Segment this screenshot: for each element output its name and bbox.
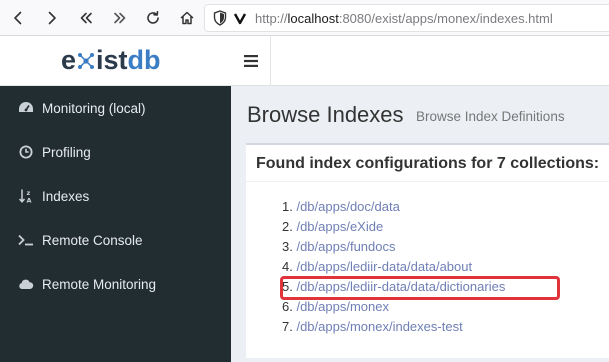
sidebar-item-label: Profiling	[42, 144, 91, 160]
logo-part-db: db	[127, 45, 161, 75]
collection-link[interactable]: /db/apps/lediir-data/data/dictionaries	[296, 279, 505, 294]
main-content: Browse Indexes Browse Index Definitions …	[231, 86, 609, 362]
existdb-logo[interactable]: e istdb	[61, 47, 161, 74]
list-number: 6.	[282, 299, 293, 314]
list-item: 4. /db/apps/lediir-data/data/about	[282, 257, 505, 277]
collection-link[interactable]: /db/apps/fundocs	[296, 239, 395, 254]
collection-list: 1. /db/apps/doc/data 2. /db/apps/eXide 3…	[282, 197, 505, 337]
app-header	[231, 36, 609, 86]
clock-icon	[18, 144, 34, 160]
first-page-icon[interactable]	[73, 5, 99, 31]
list-number: 5.	[282, 279, 293, 294]
list-item: 2. /db/apps/eXide	[282, 217, 505, 237]
sidebar-item-profiling[interactable]: Profiling	[0, 130, 231, 174]
collection-link[interactable]: /db/apps/doc/data	[296, 199, 399, 214]
page-subtitle: Browse Index Definitions	[416, 109, 565, 124]
terminal-icon	[18, 232, 34, 248]
dashboard-icon	[18, 100, 34, 116]
address-bar[interactable]: http://localhost:8080/exist/apps/monex/i…	[204, 4, 609, 32]
reload-icon[interactable]	[140, 5, 166, 31]
box-title: Found index configurations for 7 collect…	[256, 155, 600, 172]
url-path: :8080/exist/apps/monex/indexes.html	[338, 11, 553, 26]
last-page-icon[interactable]	[107, 5, 133, 31]
list-number: 4.	[282, 259, 293, 274]
url-host: localhost	[287, 11, 339, 26]
back-icon[interactable]	[5, 5, 31, 31]
home-icon[interactable]	[174, 5, 200, 31]
url-text[interactable]: http://localhost:8080/exist/apps/monex/i…	[255, 11, 553, 26]
sidebar-item-label: Indexes	[42, 188, 90, 204]
sidebar-item-remote-console[interactable]: Remote Console	[0, 218, 231, 262]
browser-toolbar: http://localhost:8080/exist/apps/monex/i…	[0, 0, 609, 36]
list-number: 3.	[282, 239, 293, 254]
list-number: 1.	[282, 199, 293, 214]
collection-link[interactable]: /db/apps/eXide	[296, 219, 383, 234]
sidebar-item-monitoring[interactable]: Monitoring (local)	[0, 86, 231, 130]
list-number: 2.	[282, 219, 293, 234]
sidebar-item-label: Remote Console	[42, 232, 143, 248]
logo-part-ist: ist	[96, 45, 128, 75]
logo-bar: e istdb	[0, 36, 231, 86]
list-item: 1. /db/apps/doc/data	[282, 197, 505, 217]
list-item: 7. /db/apps/monex/indexes-test	[282, 317, 505, 337]
list-item: 3. /db/apps/fundocs	[282, 237, 505, 257]
sidebar-item-label: Remote Monitoring	[42, 276, 157, 292]
svg-text:A: A	[27, 197, 32, 205]
sidebar-item-remote-monitoring[interactable]: Remote Monitoring	[0, 262, 231, 306]
index-config-box: Found index configurations for 7 collect…	[246, 143, 609, 358]
forward-icon[interactable]	[39, 5, 65, 31]
sort-alpha-icon: zA	[18, 188, 34, 204]
list-item: 6. /db/apps/monex	[282, 297, 505, 317]
tracking-icon[interactable]	[233, 10, 247, 31]
list-item: 5. /db/apps/lediir-data/data/dictionarie…	[282, 277, 505, 297]
collection-link[interactable]: /db/apps/lediir-data/data/about	[296, 259, 472, 274]
logo-hub-icon	[77, 48, 95, 69]
collection-link[interactable]: /db/apps/monex/indexes-test	[296, 319, 462, 334]
url-prefix: http://	[255, 11, 288, 26]
list-number: 7.	[282, 319, 293, 334]
box-divider	[246, 181, 609, 182]
cloud-icon	[18, 276, 34, 292]
sidebar: Monitoring (local) Profiling zA Indexes …	[0, 86, 231, 362]
shield-icon[interactable]	[213, 10, 227, 31]
logo-part-e: e	[61, 45, 77, 75]
page-title: Browse Indexes	[247, 102, 404, 127]
sidebar-item-label: Monitoring (local)	[42, 100, 146, 116]
sidebar-item-indexes[interactable]: zA Indexes	[0, 174, 231, 218]
collection-link[interactable]: /db/apps/monex	[296, 299, 389, 314]
hamburger-menu-icon[interactable]	[231, 36, 271, 86]
